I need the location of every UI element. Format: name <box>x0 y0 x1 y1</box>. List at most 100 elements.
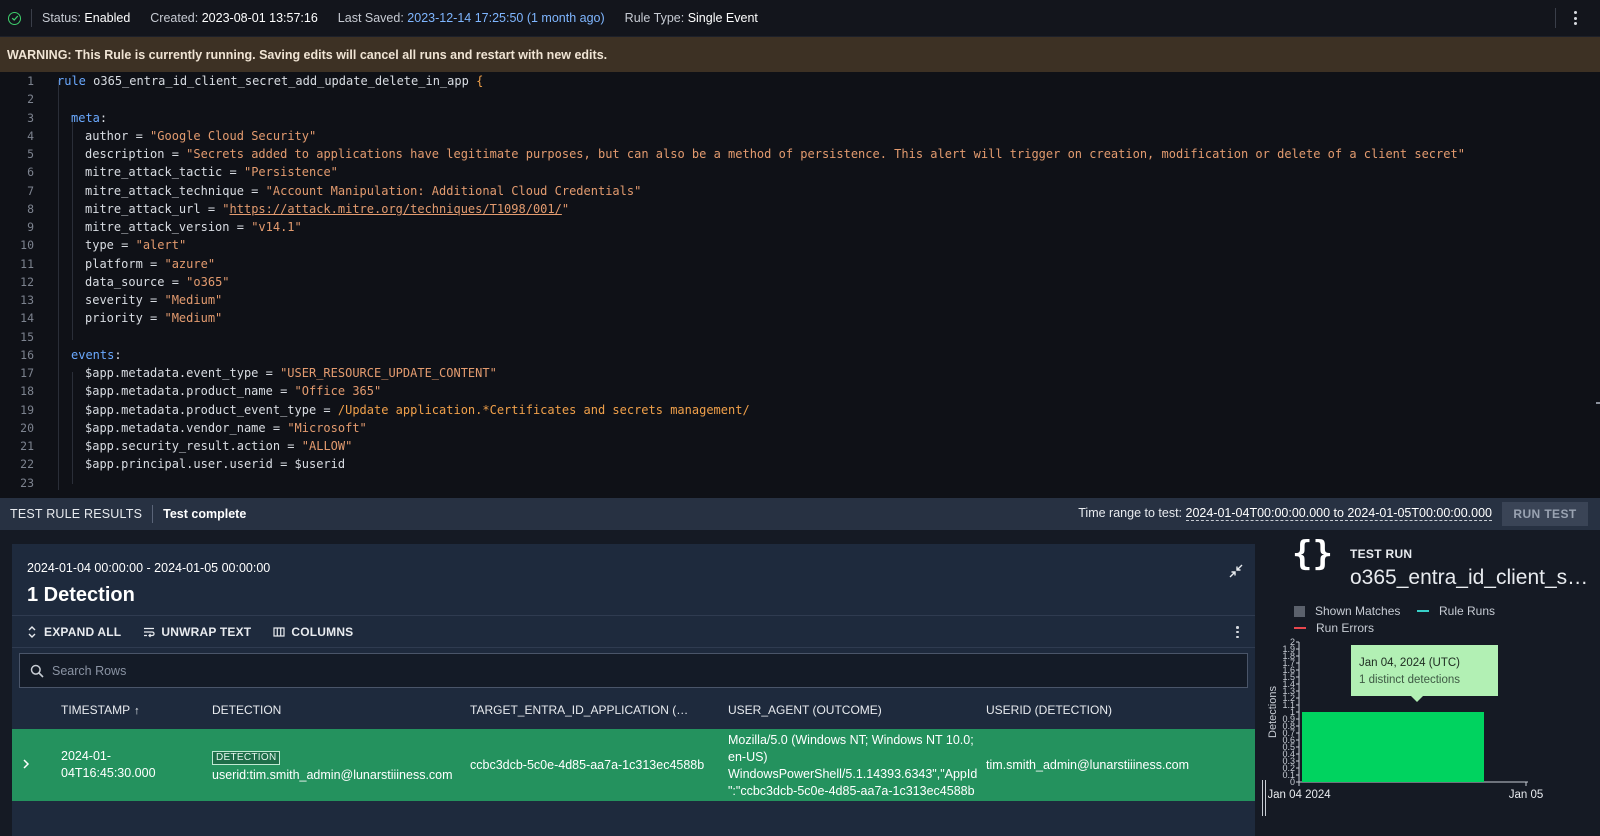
rule-code-editor[interactable]: 1 rule o365_entra_id_client_secret_add_up… <box>0 72 1600 498</box>
column-header-userid[interactable]: USERID (DETECTION) <box>986 703 1112 717</box>
divider <box>1555 8 1556 28</box>
chart-tooltip: Jan 04, 2024 (UTC) 1 distinct detections <box>1351 645 1498 696</box>
code-line[interactable]: 7 mitre_attack_technique = "Account Manip… <box>0 182 1600 200</box>
cell-target-app: ccbc3dcb-5c0e-4d85-aa7a-1c313ec4588b <box>470 758 705 772</box>
code-line[interactable]: 22 $app.principal.user.userid = $userid <box>0 455 1600 473</box>
code-line[interactable]: 11 platform = "azure" <box>0 255 1600 273</box>
detection-badge: DETECTION <box>212 751 281 765</box>
warning-text: WARNING: This Rule is currently running.… <box>7 47 608 62</box>
search-rows-field[interactable] <box>19 653 1248 688</box>
more-options-icon[interactable] <box>1574 11 1578 25</box>
line-number: 15 <box>20 329 34 344</box>
code-text: type = "alert" <box>85 238 187 253</box>
line-number: 19 <box>20 402 34 417</box>
created-field: Created: 2023-08-01 13:57:16 <box>150 11 318 25</box>
code-text: $app.principal.user.userid = $userid <box>85 457 346 472</box>
rule-status-bar: Status: Enabled Created: 2023-08-01 13:5… <box>0 0 1600 37</box>
code-line[interactable]: 17 $app.metadata.event_type = "USER_RESOU… <box>0 364 1600 382</box>
code-line[interactable]: 2 <box>0 90 1600 108</box>
sort-ascending-icon: ↑ <box>134 705 140 717</box>
unwrap-text-button[interactable]: UNWRAP TEXT <box>143 625 251 639</box>
line-number: 11 <box>20 256 34 271</box>
expand-all-button[interactable]: EXPAND ALL <box>26 625 121 639</box>
run-test-button[interactable]: RUN TEST <box>1502 502 1588 526</box>
y-axis-label: Detections <box>1268 686 1279 738</box>
columns-button[interactable]: COLUMNS <box>273 625 353 639</box>
code-line[interactable]: 14 priority = "Medium" <box>0 309 1600 327</box>
test-run-label: TEST RUN <box>1350 547 1413 561</box>
chevron-right-icon[interactable] <box>21 757 31 771</box>
line-number: 7 <box>27 183 34 198</box>
line-number: 3 <box>27 110 34 125</box>
search-rows-input[interactable] <box>52 663 952 678</box>
line-number: 13 <box>20 293 34 307</box>
code-text: platform = "azure" <box>85 256 216 271</box>
legend-swatch <box>1294 605 1305 617</box>
code-line[interactable]: 1 rule o365_entra_id_client_secret_add_up… <box>0 72 1600 90</box>
code-line[interactable]: 18 $app.metadata.product_name = "Office 3… <box>0 382 1600 400</box>
column-header-timestamp[interactable]: TIMESTAMP ↑ <box>61 703 140 717</box>
code-line[interactable]: 23 <box>0 474 1600 492</box>
last-saved-link[interactable]: 2023-12-14 17:25:50 (1 month ago) <box>407 11 604 25</box>
code-line[interactable]: 16 events: <box>0 346 1600 364</box>
code-text: priority = "Medium" <box>85 311 223 326</box>
code-line[interactable]: 10 type = "alert" <box>0 236 1600 254</box>
rule-type-field: Rule Type: Single Event <box>624 11 758 25</box>
divider <box>31 9 32 27</box>
line-number: 1 <box>27 74 34 88</box>
legend-swatch <box>1417 610 1429 612</box>
code-line[interactable]: 21 $app.security_result.action = "ALLOW" <box>0 437 1600 455</box>
code-text: $app.security_result.action = "ALLOW" <box>85 439 353 453</box>
code-line[interactable]: 19 $app.metadata.product_event_type = /Up… <box>0 401 1600 419</box>
legend-run-errors[interactable]: Run Errors <box>1294 621 1374 635</box>
code-line[interactable]: 13 severity = "Medium" <box>0 291 1600 309</box>
line-number: 22 <box>20 457 34 472</box>
code-line[interactable]: 5 description = "Secrets added to applica… <box>0 145 1600 163</box>
table-row[interactable]: 2024-01- 04T16:45:30.000 DETECTION useri… <box>12 729 1255 801</box>
table-options-icon[interactable] <box>1236 626 1239 638</box>
code-line[interactable]: 3 meta: <box>0 109 1600 127</box>
last-saved-field: Last Saved: 2023-12-14 17:25:50 (1 month… <box>337 11 605 25</box>
detections-panel: 2024-01-04 00:00:00 - 2024-01-05 00:00:0… <box>12 544 1255 836</box>
x-tick-label: Jan 05 <box>1509 789 1544 801</box>
code-text: $app.metadata.vendor_name = "Microsoft" <box>85 420 367 435</box>
line-number: 9 <box>27 220 34 234</box>
line-number: 4 <box>27 128 34 143</box>
code-line[interactable]: 9 mitre_attack_version = "v14.1" <box>0 218 1600 236</box>
results-time-range: 2024-01-04 00:00:00 - 2024-01-05 00:00:0… <box>27 561 271 575</box>
code-line[interactable]: 15 <box>0 328 1600 346</box>
line-number: 17 <box>20 366 34 380</box>
panel-resize-handle[interactable] <box>1262 780 1266 816</box>
line-number: 10 <box>20 238 34 253</box>
column-header-target-app[interactable]: TARGET_ENTRA_ID_APPLICATION (OU... <box>470 703 690 717</box>
code-line[interactable]: 20 $app.metadata.vendor_name = "Microsoft… <box>0 419 1600 437</box>
time-range-value[interactable]: 2024-01-04T00:00:00.000 to 2024-01-05T00… <box>1185 506 1492 521</box>
code-text: mitre_attack_url = "https://attack.mitre… <box>85 201 570 216</box>
line-number: 21 <box>20 439 34 453</box>
line-number: 12 <box>20 274 34 289</box>
code-line[interactable]: 12 data_source = "o365" <box>0 273 1600 291</box>
cell-user-agent: Mozilla/5.0 (Windows NT; Windows NT 10.0… <box>728 733 978 798</box>
line-number: 6 <box>27 165 34 180</box>
code-text: mitre_attack_version = "v14.1" <box>85 220 302 234</box>
columns-icon <box>273 626 285 637</box>
code-line[interactable]: 6 mitre_attack_tactic = "Persistence" <box>0 163 1600 181</box>
column-header-detection[interactable]: DETECTION <box>212 703 281 717</box>
code-text: events: <box>71 347 122 362</box>
code-text: rule o365_entra_id_client_secret_add_upd… <box>57 74 484 88</box>
chart-bar <box>1302 712 1484 782</box>
collapse-icon[interactable] <box>1229 564 1243 578</box>
code-line[interactable]: 4 author = "Google Cloud Security" <box>0 127 1600 145</box>
legend-shown-matches[interactable]: Shown Matches <box>1294 604 1400 618</box>
wrap-text-icon <box>144 627 155 637</box>
test-run-panel: {} TEST RUN o365_entra_id_client_secret_… <box>1268 530 1600 836</box>
column-header-user-agent[interactable]: USER_AGENT (OUTCOME) <box>728 703 882 717</box>
braces-icon: {} <box>1292 534 1333 574</box>
divider <box>152 505 154 523</box>
line-number: 23 <box>20 475 34 490</box>
status-field: Status: Enabled <box>42 11 131 25</box>
legend-rule-runs[interactable]: Rule Runs <box>1417 604 1495 618</box>
code-text: meta: <box>71 110 108 125</box>
code-line[interactable]: 8 mitre_attack_url = "https://attack.mitr… <box>0 200 1600 218</box>
running-warning-banner: WARNING: This Rule is currently running.… <box>0 37 1600 72</box>
